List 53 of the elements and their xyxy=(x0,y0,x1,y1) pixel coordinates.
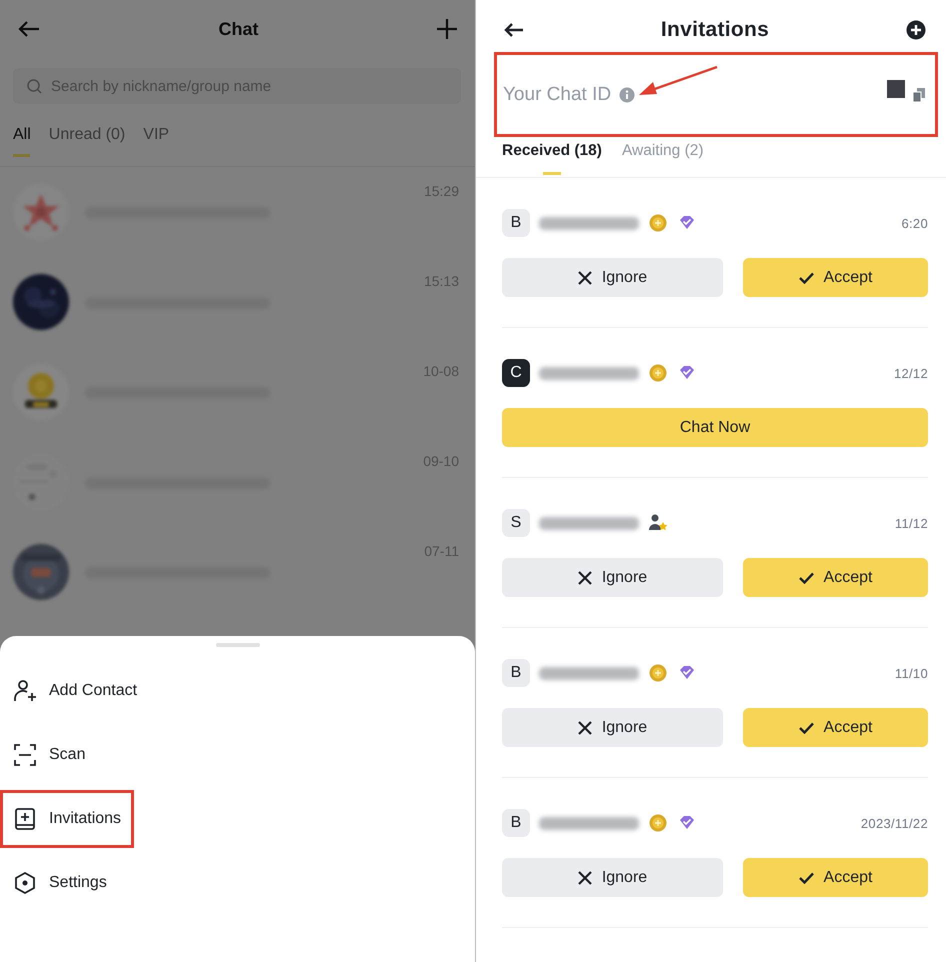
chat-id-label: Your Chat ID xyxy=(503,84,612,106)
info-icon xyxy=(619,86,636,102)
invitation-time: 6:20 xyxy=(901,216,928,230)
back-arrow-icon xyxy=(18,20,40,38)
avatar: B xyxy=(502,809,530,837)
ignore-button[interactable]: Ignore xyxy=(502,708,723,747)
invitation-time: 11/12 xyxy=(894,516,928,530)
ignore-button[interactable]: Ignore xyxy=(502,858,723,897)
accept-button[interactable]: Accept xyxy=(743,258,928,297)
accept-button[interactable]: Accept xyxy=(743,558,928,597)
close-icon xyxy=(578,720,592,734)
menu-item[interactable]: Add Contact xyxy=(0,662,150,720)
chat-button[interactable]: Chat Now xyxy=(502,408,928,447)
invitation-time: 12/12 xyxy=(894,366,928,380)
avatar: S xyxy=(502,509,530,537)
close-icon xyxy=(578,270,592,284)
coin-icon xyxy=(648,213,668,233)
masked-id xyxy=(887,80,905,98)
search-icon xyxy=(27,79,42,94)
accept-button[interactable]: Accept xyxy=(743,708,928,747)
coin-icon xyxy=(648,813,668,833)
back-arrow-icon xyxy=(504,22,524,38)
check-icon xyxy=(798,572,814,584)
plus-circle-icon xyxy=(906,20,926,40)
add-person-icon xyxy=(13,679,37,703)
filter-tab[interactable]: All xyxy=(13,126,31,166)
hexagon-icon xyxy=(13,871,37,895)
coin-icon xyxy=(648,363,668,383)
menu-item[interactable]: Invitations xyxy=(0,790,134,848)
scan-icon xyxy=(13,743,37,767)
check-icon xyxy=(798,722,814,734)
close-icon xyxy=(578,570,592,584)
avatar: B xyxy=(502,659,530,687)
screen-title: Invitations xyxy=(660,18,770,42)
copy-icon xyxy=(913,88,925,102)
person-star-icon xyxy=(648,513,668,533)
accept-button[interactable]: Accept xyxy=(743,858,928,897)
check-icon xyxy=(798,272,814,284)
close-icon xyxy=(578,870,592,884)
avatar: B xyxy=(502,209,530,237)
avatar: C xyxy=(502,359,530,387)
invitation-time: 11/10 xyxy=(894,666,928,680)
coin-icon xyxy=(648,663,668,683)
ignore-button[interactable]: Ignore xyxy=(502,558,723,597)
ignore-button[interactable]: Ignore xyxy=(502,258,723,297)
menu-item[interactable]: Settings xyxy=(0,854,120,912)
screen-title: Chat xyxy=(218,18,258,40)
tab[interactable]: Received (18) xyxy=(502,142,602,177)
menu-item[interactable]: Scan xyxy=(0,726,118,784)
invitation-time: 2023/11/22 xyxy=(860,816,928,830)
check-icon xyxy=(798,872,814,884)
book-plus-icon xyxy=(13,807,37,831)
plus-icon xyxy=(437,19,457,39)
